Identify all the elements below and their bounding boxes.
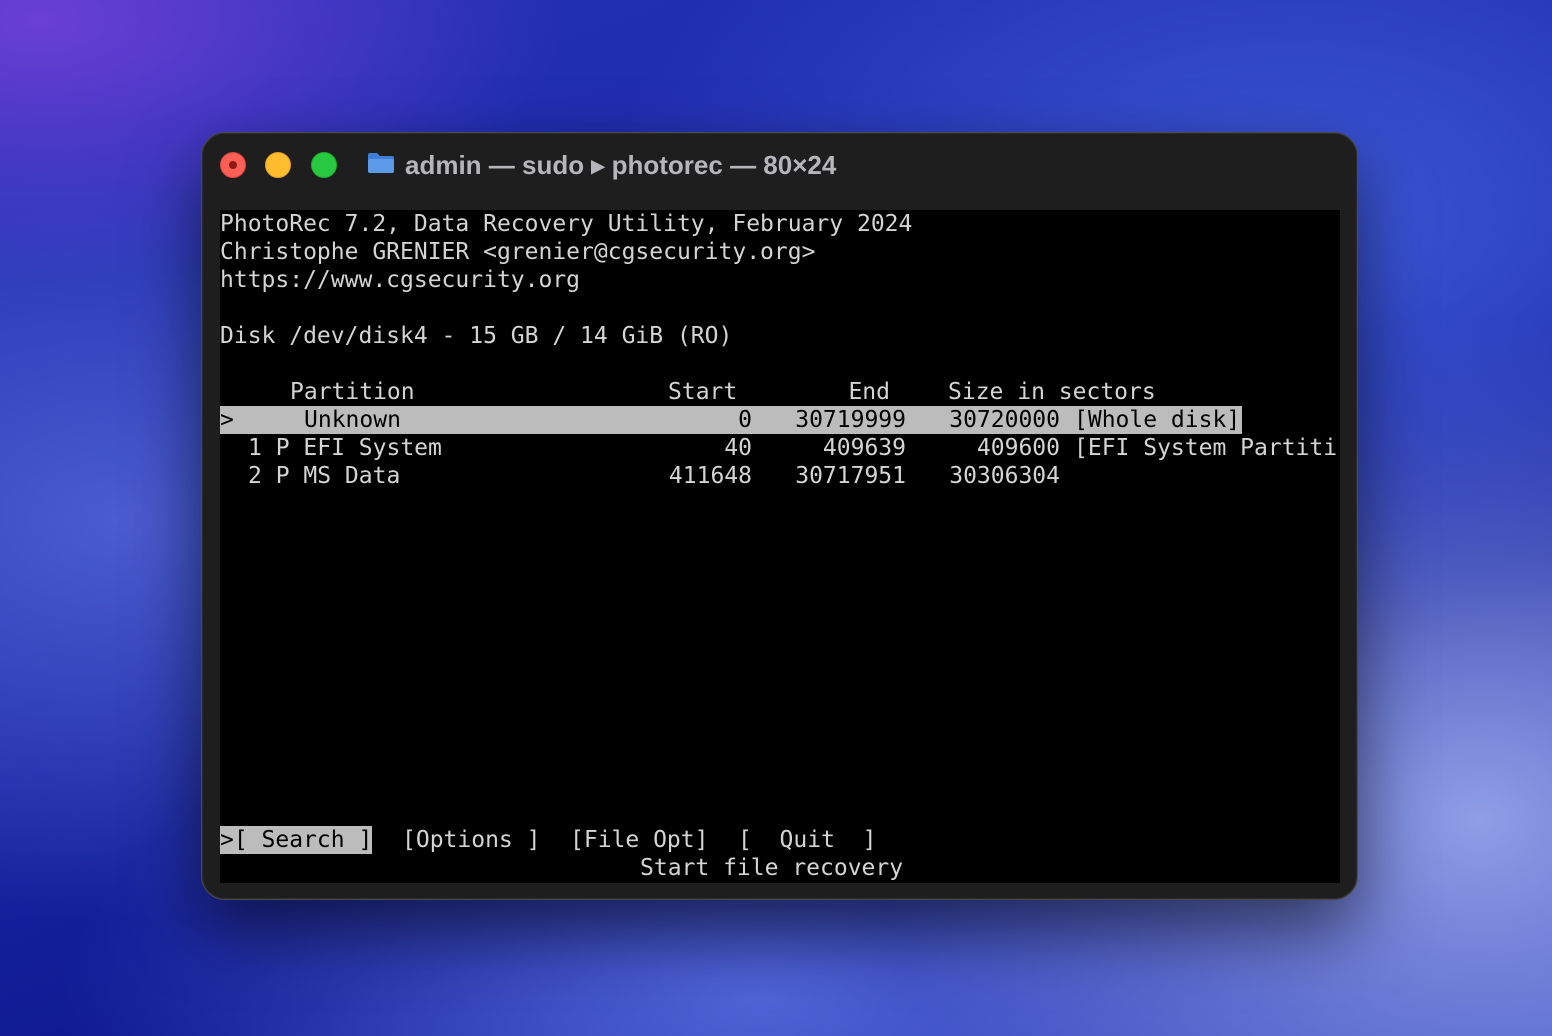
partition-row-selected[interactable]: > Unknown 0 30719999 30720000 [Whole dis…	[220, 406, 1242, 434]
partition-table-header: Partition Start End Size in sectors	[220, 378, 1340, 406]
row-note: [Whole disk]	[1074, 407, 1241, 433]
folder-icon	[368, 153, 394, 173]
column-start: Start	[668, 379, 738, 405]
column-size: Size in sectors	[948, 379, 1156, 405]
row-start: 411648	[668, 463, 752, 489]
header-line-2: Christophe GRENIER <grenier@cgsecurity.o…	[220, 239, 816, 265]
row-size: 30306304	[949, 463, 1060, 489]
row-name: 1 P EFI System	[248, 435, 442, 461]
action-hint: Start file recovery	[640, 855, 904, 881]
row-start: 40	[724, 435, 752, 461]
row-name: 2 P MS Data	[248, 463, 401, 489]
title-bar[interactable]: admin — sudo ▸ photorec — 80×24	[202, 133, 1357, 197]
close-button[interactable]	[220, 152, 246, 178]
row-size: 409600	[976, 435, 1060, 461]
partition-row[interactable]: 2 P MS Data 411648 30717951 30306304	[220, 462, 1340, 490]
header-line-3: https://www.cgsecurity.org	[220, 267, 581, 293]
search-button[interactable]: >[ Search ]	[220, 826, 373, 854]
terminal-window: admin — sudo ▸ photorec — 80×24 PhotoRec…	[201, 132, 1358, 900]
quit-button[interactable]: [ Quit ]	[738, 826, 876, 854]
window-title: admin — sudo ▸ photorec — 80×24	[405, 150, 837, 180]
column-partition: Partition	[290, 379, 415, 405]
row-name: Unknown	[304, 407, 401, 433]
action-menu: >[ Search ] [Options ] [File Opt] [ Quit…	[220, 826, 1340, 854]
row-end: 30719999	[795, 407, 906, 433]
minimize-button[interactable]	[265, 152, 291, 178]
zoom-button[interactable]	[311, 152, 337, 178]
row-end: 30717951	[795, 463, 906, 489]
column-end: End	[848, 379, 890, 405]
header-line-1: PhotoRec 7.2, Data Recovery Utility, Feb…	[220, 211, 913, 237]
row-note: [EFI System Partiti	[1074, 435, 1338, 461]
partition-row[interactable]: 1 P EFI System 40 409639 409600 [EFI Sys…	[220, 434, 1340, 462]
file-opt-button[interactable]: [File Opt]	[570, 826, 708, 854]
row-cursor: >	[220, 407, 234, 433]
terminal-screen[interactable]: PhotoRec 7.2, Data Recovery Utility, Feb…	[220, 210, 1340, 883]
disk-info: Disk /dev/disk4 - 15 GB / 14 GiB (RO)	[220, 323, 733, 349]
options-button[interactable]: [Options ]	[402, 826, 540, 854]
row-size: 30720000	[949, 407, 1060, 433]
row-start: 0	[738, 407, 752, 433]
row-end: 409639	[822, 435, 906, 461]
